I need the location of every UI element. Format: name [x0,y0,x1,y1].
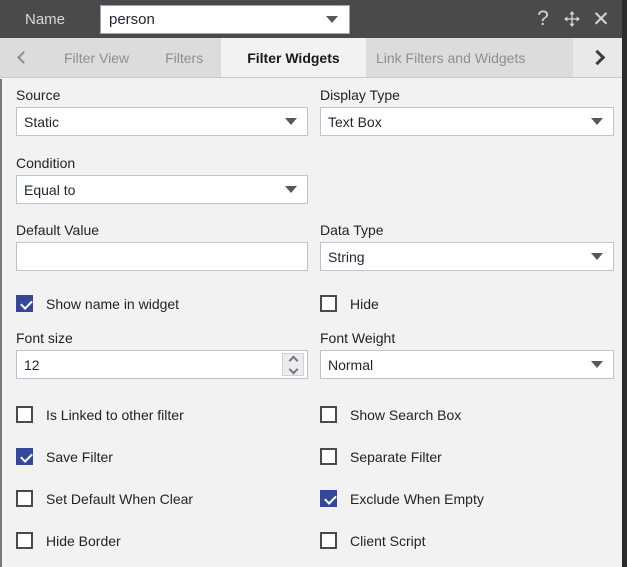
checkbox-label: Show Search Box [350,406,462,423]
chevron-right-icon [589,49,606,66]
checkbox-box[interactable] [16,295,33,312]
font-weight-dropdown[interactable]: Normal [320,350,614,379]
checkbox-label: Is Linked to other filter [46,406,184,423]
filter-widgets-dialog: Name person ? ✕ Filter View Filters Filt… [0,0,627,567]
stepper-arrows-icon[interactable] [282,353,304,376]
font-size-label: Font size [16,330,73,346]
checkbox-save-filter[interactable]: Save Filter [16,448,308,465]
checkbox-client-script[interactable]: Client Script [320,532,614,549]
display-type-dropdown[interactable]: Text Box [320,107,614,136]
tab-scroll-next-button[interactable] [573,38,622,77]
display-type-label: Display Type [320,87,400,103]
checkbox-hide[interactable]: Hide [320,295,614,312]
display-type-value: Text Box [328,113,382,130]
chevron-down-icon [285,186,297,193]
checkbox-label: Hide Border [46,532,121,549]
checkbox-is-linked-to-other-filter[interactable]: Is Linked to other filter [16,406,308,423]
chevron-down-icon [591,253,603,260]
data-type-label: Data Type [320,222,384,238]
name-combobox[interactable]: person [100,5,350,34]
name-combobox-value: person [109,11,155,28]
font-size-value: 12 [24,356,40,373]
move-arrows-icon[interactable] [559,4,585,34]
checkbox-label: Hide [350,295,379,312]
tab-strip: Filter View Filters Filter Widgets Link … [0,38,622,78]
condition-value: Equal to [24,181,76,198]
tab-scroll-prev-button[interactable] [0,38,46,77]
titlebar-actions: ? ✕ [530,0,614,38]
checkbox-box[interactable] [320,448,337,465]
condition-dropdown[interactable]: Equal to [16,175,308,204]
data-type-value: String [328,248,365,265]
tab-filter-widgets[interactable]: Filter Widgets [221,38,366,77]
chevron-down-icon [326,16,338,23]
data-type-field: Data Type String [320,222,614,271]
checkbox-label: Client Script [350,532,426,549]
checkbox-show-search-box[interactable]: Show Search Box [320,406,614,423]
name-field-label: Name [25,10,66,28]
checkbox-separate-filter[interactable]: Separate Filter [320,448,614,465]
checkbox-hide-border[interactable]: Hide Border [16,532,308,549]
font-size-stepper[interactable]: 12 [16,350,308,379]
dialog-titlebar: Name person ? ✕ [0,0,622,38]
default-value-input[interactable] [16,242,308,271]
form-body: Source Static Display Type Text Box Cond… [0,79,622,567]
font-weight-label: Font Weight [320,330,396,346]
condition-label: Condition [16,155,76,171]
default-value-field: Default Value [16,222,308,271]
source-dropdown[interactable]: Static [16,107,308,136]
checkbox-set-default-when-clear[interactable]: Set Default When Clear [16,490,308,507]
default-value-label: Default Value [16,222,100,238]
source-value: Static [24,113,60,130]
checkbox-label: Save Filter [46,448,113,465]
data-type-dropdown[interactable]: String [320,242,614,271]
checkbox-box[interactable] [320,406,337,423]
question-mark-icon[interactable]: ? [530,4,556,34]
checkbox-label: Set Default When Clear [46,490,194,507]
checkbox-box[interactable] [16,406,33,423]
chevron-down-icon [285,118,297,125]
chevron-left-icon [16,51,30,64]
tab-filter-view[interactable]: Filter View [46,38,148,77]
condition-field: Condition Equal to [16,155,308,204]
checkbox-box[interactable] [16,490,33,507]
checkbox-box[interactable] [320,490,337,507]
checkbox-box[interactable] [16,532,33,549]
close-icon[interactable]: ✕ [588,4,614,34]
tab-filters[interactable]: Filters [147,38,222,77]
checkbox-box[interactable] [16,448,33,465]
source-label: Source [16,87,61,103]
chevron-down-icon [591,361,603,368]
checkbox-label: Exclude When Empty [350,490,484,507]
checkbox-box[interactable] [320,532,337,549]
font-size-field: Font size 12 [16,330,308,379]
checkbox-label: Show name in widget [46,295,180,312]
chevron-down-icon [591,118,603,125]
checkbox-box[interactable] [320,295,337,312]
checkbox-show-name-in-widget[interactable]: Show name in widget [16,295,308,312]
checkbox-exclude-when-empty[interactable]: Exclude When Empty [320,490,614,507]
source-field: Source Static [16,87,308,136]
font-weight-value: Normal [328,356,374,373]
tab-link-filters-and-widgets[interactable]: Link Filters and Widgets [365,38,536,77]
checkbox-label: Separate Filter [350,448,442,465]
font-weight-field: Font Weight Normal [320,330,614,379]
display-type-field: Display Type Text Box [320,87,614,136]
